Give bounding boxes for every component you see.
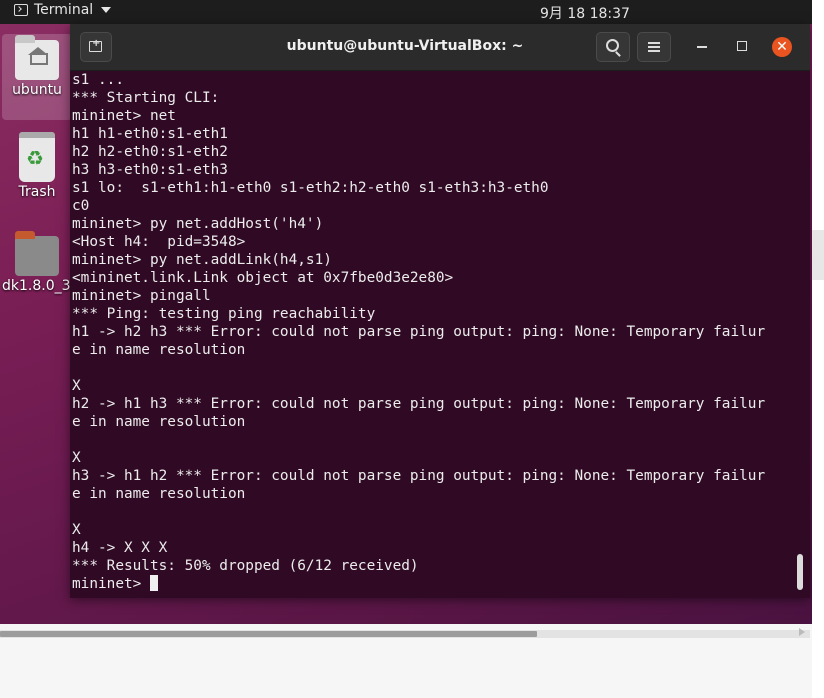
terminal-line: h1 h1-eth0:s1-eth1 <box>72 126 228 142</box>
terminal-line: mininet> py net.addLink(h4,s1) <box>72 252 332 268</box>
terminal-text: s1 ... *** Starting CLI: mininet> net h1… <box>70 71 792 593</box>
close-button[interactable]: ✕ <box>772 37 792 57</box>
clock[interactable]: 9月 18 18:37 <box>540 3 630 23</box>
top-bar: Terminal 9月 18 18:37 <box>0 0 812 24</box>
terminal-line: s1 ... <box>72 72 124 88</box>
horizontal-scrollbar-thumb[interactable] <box>0 631 537 637</box>
hamburger-icon <box>648 42 660 44</box>
terminal-line: X <box>72 522 81 538</box>
search-button[interactable] <box>596 32 630 62</box>
terminal-line: h3 -> h1 h2 *** Error: could not parse p… <box>72 468 766 484</box>
terminal-icon <box>14 4 28 16</box>
terminal-line: e in name resolution <box>72 486 246 502</box>
title-bar[interactable]: ubuntu@ubuntu-VirtualBox: ~ ✕ <box>70 24 810 71</box>
scroll-right-arrow-icon[interactable] <box>799 628 805 636</box>
home-folder-icon <box>15 35 59 80</box>
terminal-line: mininet> net <box>72 108 176 124</box>
app-menu-terminal[interactable]: Terminal <box>14 2 112 18</box>
desktop-icon-label: ubuntu <box>12 82 62 98</box>
right-edge-strip <box>812 0 824 698</box>
terminal-line: *** Starting CLI: <box>72 90 220 106</box>
terminal-line: <mininet.link.Link object at 0x7fbe0d3e2… <box>72 270 454 286</box>
desktop-icon-label: dk1.8.0_34 <box>2 278 80 294</box>
terminal-line: X <box>72 378 81 394</box>
terminal-line: h2 -> h1 h3 *** Error: could not parse p… <box>72 396 766 412</box>
terminal-line: mininet> pingall <box>72 288 211 304</box>
maximize-button[interactable] <box>737 41 747 51</box>
desktop-icon-trash[interactable]: ♻ Trash <box>2 132 72 200</box>
trash-icon: ♻ <box>19 132 55 182</box>
terminal-line: e in name resolution <box>72 342 246 358</box>
cursor <box>149 575 158 591</box>
desktop-icon-label: Trash <box>18 184 56 200</box>
app-menu-label: Terminal <box>34 2 94 18</box>
folder-icon <box>15 231 59 276</box>
search-icon <box>606 39 619 52</box>
terminal-line: h1 -> h2 h3 *** Error: could not parse p… <box>72 324 766 340</box>
terminal-line: h2 h2-eth0:s1-eth2 <box>72 144 228 160</box>
terminal-line: *** Ping: testing ping reachability <box>72 306 376 322</box>
caret-down-icon <box>101 7 112 13</box>
terminal-line: s1 lo: s1-eth1:h1-eth0 s1-eth2:h2-eth0 s… <box>72 180 549 196</box>
terminal-line: h4 -> X X X <box>72 540 168 556</box>
terminal-line: mininet> py net.addHost('h4') <box>72 216 324 232</box>
desktop-icon-ubuntu[interactable]: ubuntu <box>2 34 72 120</box>
desktop-icon-dk-folder[interactable]: dk1.8.0_34 <box>2 230 80 294</box>
terminal-output[interactable]: s1 ... *** Starting CLI: mininet> net h1… <box>70 71 792 598</box>
terminal-line: X <box>72 450 81 466</box>
terminal-window[interactable]: ubuntu@ubuntu-VirtualBox: ~ ✕ s1 ... ***… <box>70 24 810 598</box>
terminal-line: *** Results: 50% dropped (6/12 received) <box>72 558 419 574</box>
terminal-line: c0 <box>72 198 90 214</box>
prompt: mininet> <box>72 576 150 592</box>
vertical-scrollbar[interactable] <box>797 554 803 590</box>
terminal-line: e in name resolution <box>72 414 246 430</box>
minimize-button[interactable] <box>697 46 707 48</box>
terminal-line: h3 h3-eth0:s1-eth3 <box>72 162 228 178</box>
menu-button[interactable] <box>637 32 671 62</box>
terminal-line: <Host h4: pid=3548> <box>72 234 246 250</box>
